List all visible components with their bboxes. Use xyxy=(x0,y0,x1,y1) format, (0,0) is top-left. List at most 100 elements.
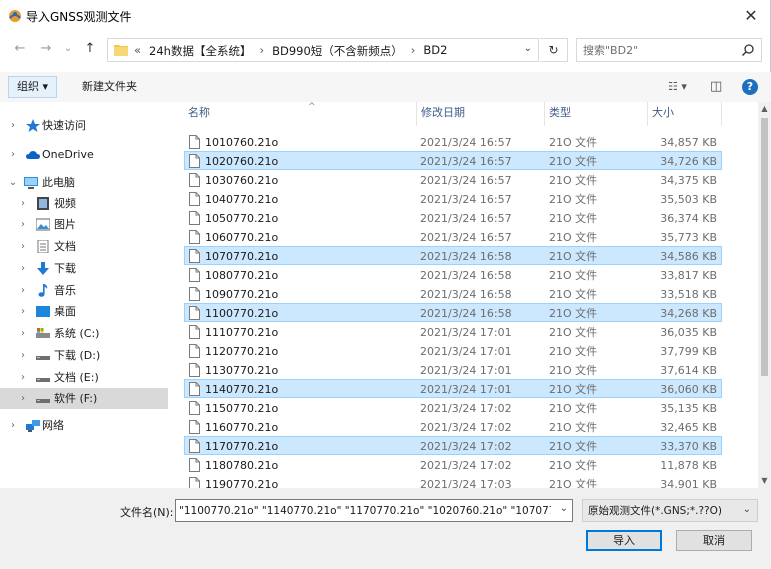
sidebar-item-desktop[interactable]: › 桌面 xyxy=(0,301,168,322)
breadcrumb-item[interactable]: 24h数据【全系统】 xyxy=(143,43,257,59)
breadcrumb-item[interactable]: BD990短（不含新频点） xyxy=(266,43,409,59)
expand-arrow-icon[interactable]: › xyxy=(18,388,28,409)
expand-arrow-icon[interactable]: › xyxy=(18,280,28,301)
vertical-scrollbar[interactable]: ▲ ▼ xyxy=(758,102,771,488)
expand-arrow-icon[interactable]: › xyxy=(18,258,28,279)
file-size: 33,370 KB xyxy=(660,440,717,453)
file-row[interactable]: 1150770.21o 2021/3/24 17:02 21O 文件 35,135 K… xyxy=(184,398,722,417)
new-folder-button[interactable]: 新建文件夹 xyxy=(82,76,137,98)
preview-pane-button[interactable]: ◫ xyxy=(710,78,722,96)
file-row[interactable]: 1090770.21o 2021/3/24 16:58 21O 文件 33,518 K… xyxy=(184,284,722,303)
column-header-size[interactable]: 大小 xyxy=(648,102,722,126)
filename-combobox[interactable]: ⌄ xyxy=(175,499,573,522)
refresh-button[interactable]: ↻ xyxy=(540,38,568,62)
sidebar-item-drive-f[interactable]: › 软件 (F:) xyxy=(0,388,168,409)
file-type: 21O 文件 xyxy=(549,155,598,168)
sidebar-item-quick-access[interactable]: › 快速访问 xyxy=(0,115,168,136)
sidebar-item-pictures[interactable]: › 图片 xyxy=(0,214,168,235)
sidebar-item-videos[interactable]: › 视频 xyxy=(0,193,168,214)
sidebar-item-this-pc[interactable]: ⌄ 此电脑 xyxy=(0,172,168,193)
file-row[interactable]: 1040770.21o 2021/3/24 16:57 21O 文件 35,503 K… xyxy=(184,189,722,208)
file-row[interactable]: 1060770.21o 2021/3/24 16:57 21O 文件 35,773 K… xyxy=(184,227,722,246)
sidebar-item-network[interactable]: › 网络 xyxy=(0,415,168,436)
column-header-type[interactable]: 类型 xyxy=(545,102,648,126)
file-row[interactable]: 1030760.21o 2021/3/24 16:57 21O 文件 34,375 K… xyxy=(184,170,722,189)
file-icon xyxy=(189,325,200,339)
sidebar-item-music[interactable]: › 音乐 xyxy=(0,280,168,301)
file-icon xyxy=(189,363,200,377)
sidebar-item-onedrive[interactable]: › OneDrive xyxy=(0,144,168,165)
filename-input[interactable] xyxy=(179,503,551,519)
close-button[interactable]: ✕ xyxy=(731,0,771,30)
search-input[interactable] xyxy=(583,42,733,58)
scrollbar-thumb[interactable] xyxy=(761,118,768,376)
chevron-down-icon[interactable]: ⌄ xyxy=(560,503,568,514)
sidebar-item-documents[interactable]: › 文档 xyxy=(0,236,168,257)
expand-arrow-icon[interactable]: › xyxy=(18,236,28,257)
file-row[interactable]: 1160770.21o 2021/3/24 17:02 21O 文件 32,465 K… xyxy=(184,417,722,436)
breadcrumb-separator-icon[interactable]: › xyxy=(409,43,418,59)
star-icon xyxy=(26,119,40,132)
filetype-select[interactable]: 原始观测文件(*.GNS;*.??O) ⌄ xyxy=(582,499,758,522)
chevron-down-icon[interactable]: ⌄ xyxy=(524,43,532,54)
search-box[interactable] xyxy=(576,38,762,62)
collapse-arrow-icon[interactable]: ⌄ xyxy=(8,172,18,193)
search-icon[interactable] xyxy=(741,43,755,57)
file-size: 32,465 KB xyxy=(660,421,717,434)
column-header-name[interactable]: 名称 ^ xyxy=(184,102,417,126)
cancel-button[interactable]: 取消 xyxy=(676,530,752,551)
file-size: 33,518 KB xyxy=(660,288,717,301)
expand-arrow-icon[interactable]: › xyxy=(8,115,18,136)
file-icon xyxy=(189,268,200,282)
file-row[interactable]: 1070770.21o 2021/3/24 16:58 21O 文件 34,586 K… xyxy=(184,246,722,265)
expand-arrow-icon[interactable]: › xyxy=(18,301,28,322)
expand-arrow-icon[interactable]: › xyxy=(18,345,28,366)
file-icon xyxy=(189,420,200,434)
scroll-up-icon[interactable]: ▲ xyxy=(758,102,771,116)
sidebar-item-label: 快速访问 xyxy=(42,119,86,132)
expand-arrow-icon[interactable]: › xyxy=(18,323,28,344)
file-icon xyxy=(189,230,200,244)
file-row[interactable]: 1080770.21o 2021/3/24 16:58 21O 文件 33,817 K… xyxy=(184,265,722,284)
sidebar-item-drive-d[interactable]: › 下载 (D:) xyxy=(0,345,168,366)
address-bar[interactable]: « 24h数据【全系统】 › BD990短（不含新频点） › BD2 ⌄ xyxy=(107,38,539,62)
forward-button[interactable]: → xyxy=(38,40,54,58)
help-icon[interactable]: ? xyxy=(742,79,758,95)
sidebar-item-label: 系统 (C:) xyxy=(54,327,100,340)
sidebar-item-downloads[interactable]: › 下载 xyxy=(0,258,168,279)
file-row[interactable]: 1020760.21o 2021/3/24 16:57 21O 文件 34,726 K… xyxy=(184,151,722,170)
expand-arrow-icon[interactable]: › xyxy=(18,193,28,214)
breadcrumb-item[interactable]: BD2 xyxy=(417,43,453,59)
file-icon xyxy=(189,211,200,225)
file-row[interactable]: 1180780.21o 2021/3/24 17:02 21O 文件 11,878 K… xyxy=(184,455,722,474)
organize-button[interactable]: 组织 ▾ xyxy=(8,76,58,98)
file-row[interactable]: 1100770.21o 2021/3/24 16:58 21O 文件 34,268 K… xyxy=(184,303,722,322)
file-row[interactable]: 1050770.21o 2021/3/24 16:57 21O 文件 36,374 K… xyxy=(184,208,722,227)
expand-arrow-icon[interactable]: › xyxy=(8,144,18,165)
expand-arrow-icon[interactable]: › xyxy=(18,367,28,388)
up-button[interactable]: ↑ xyxy=(82,40,98,58)
file-row[interactable]: 1140770.21o 2021/3/24 17:01 21O 文件 36,060 K… xyxy=(184,379,722,398)
file-row[interactable]: 1110770.21o 2021/3/24 17:01 21O 文件 36,035 K… xyxy=(184,322,722,341)
recent-locations-button[interactable]: ⌄ xyxy=(60,40,76,58)
sidebar-item-drive-c[interactable]: › 系统 (C:) xyxy=(0,323,168,344)
change-view-button[interactable]: ☷ ▾ xyxy=(668,78,687,96)
scroll-down-icon[interactable]: ▼ xyxy=(758,474,771,488)
back-button[interactable]: ← xyxy=(12,40,28,58)
file-name: 1100770.21o xyxy=(205,307,279,320)
breadcrumb-separator-icon[interactable]: › xyxy=(257,43,266,59)
drive-icon xyxy=(36,399,50,403)
expand-arrow-icon[interactable]: › xyxy=(8,415,18,436)
sidebar-item-drive-e[interactable]: › 文档 (E:) xyxy=(0,367,168,388)
file-row[interactable]: 1170770.21o 2021/3/24 17:02 21O 文件 33,370 K… xyxy=(184,436,722,455)
expand-arrow-icon[interactable]: › xyxy=(18,214,28,235)
file-date: 2021/3/24 16:57 xyxy=(420,136,512,149)
import-button[interactable]: 导入 xyxy=(586,530,662,551)
file-icon xyxy=(189,192,200,206)
file-row[interactable]: 1010760.21o 2021/3/24 16:57 21O 文件 34,857 K… xyxy=(184,132,722,151)
file-row[interactable]: 1120770.21o 2021/3/24 17:01 21O 文件 37,799 K… xyxy=(184,341,722,360)
breadcrumb-overflow[interactable]: « xyxy=(132,43,143,59)
file-row[interactable]: 1130770.21o 2021/3/24 17:01 21O 文件 37,614 K… xyxy=(184,360,722,379)
file-icon xyxy=(189,287,200,301)
column-header-date[interactable]: 修改日期 xyxy=(417,102,545,126)
